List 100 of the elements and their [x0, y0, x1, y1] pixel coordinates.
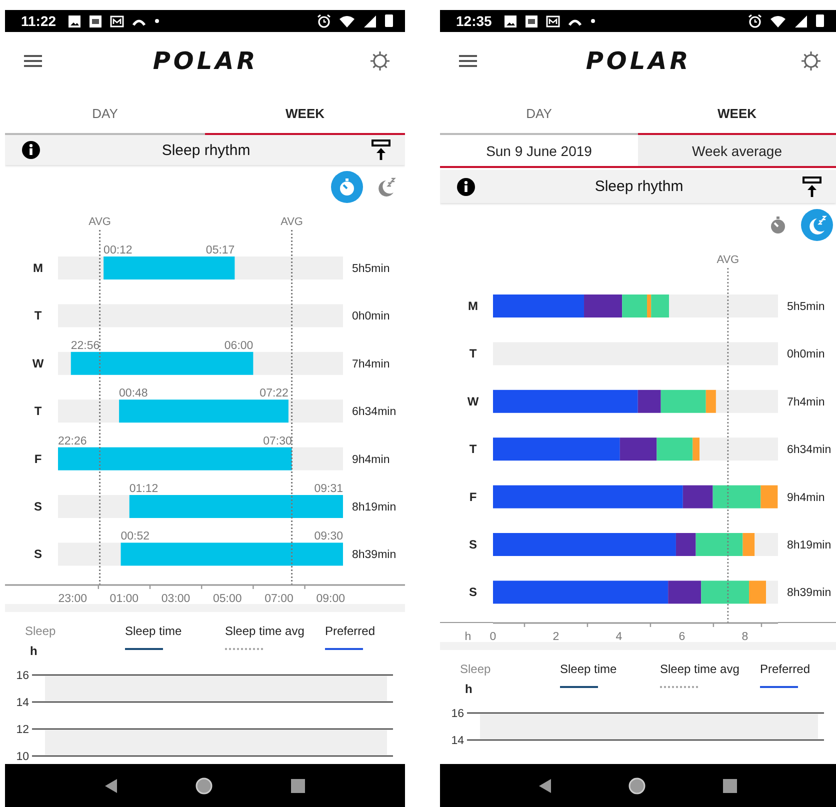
logo: POLAR [586, 47, 692, 75]
time-label: 22:26 [58, 435, 87, 448]
time-label: 00:48 [119, 388, 148, 400]
axis-tick-label: 8 [742, 631, 748, 642]
legend-label: Sleep time [560, 662, 617, 676]
axis-tick-label: 09:00 [316, 593, 345, 604]
recents-icon[interactable] [722, 778, 738, 794]
day-label: T [34, 404, 42, 418]
wifi-icon [339, 14, 355, 28]
dot-icon [590, 18, 596, 24]
day-label: T [469, 442, 477, 456]
day-label: M [33, 261, 43, 275]
moon-icon [376, 176, 396, 196]
info-icon[interactable] [456, 176, 476, 196]
time-label: 07:22 [260, 388, 288, 400]
duration-label: 7h4min [787, 396, 825, 408]
stopwatch-icon [768, 214, 788, 234]
tab[interactable]: Week average [638, 135, 836, 166]
day-label: F [469, 490, 477, 504]
duration-label: 0h0min [787, 348, 825, 361]
image-icon [68, 14, 82, 28]
bar-track [58, 352, 71, 375]
time-label: 00:52 [120, 530, 150, 543]
export-icon[interactable] [371, 139, 391, 161]
unit-label: h [465, 682, 472, 696]
axis-tick-label: 03:00 [161, 593, 190, 604]
info-icon[interactable] [21, 140, 41, 160]
axis-tick-label: 4 [616, 631, 622, 642]
day-label: S [469, 585, 477, 600]
logo: POLAR [152, 47, 258, 75]
duration-label: 9h4min [352, 454, 390, 466]
menu-icon[interactable] [459, 54, 477, 68]
day-label: W [32, 356, 44, 370]
export-icon[interactable] [802, 176, 822, 198]
mail-icon [110, 14, 124, 28]
alarm-icon [748, 14, 762, 28]
moon-icon [807, 214, 827, 234]
duration-label: 0h0min [352, 310, 390, 323]
back-icon[interactable] [538, 778, 552, 794]
axis-tick-label: 01:00 [110, 593, 139, 604]
avg-label: AVG [716, 254, 740, 266]
back-icon[interactable] [104, 778, 118, 794]
recents-icon[interactable] [290, 778, 306, 794]
axis-tick-label: 23:00 [58, 593, 87, 604]
time-label: 07:30 [263, 435, 292, 448]
legend-label: Sleep time avg [660, 662, 740, 676]
axis-tick-label: 16 [16, 670, 29, 682]
duration-label: 6h34min [352, 406, 396, 418]
duration-label: 5h5min [787, 301, 825, 313]
dot-icon [154, 18, 160, 24]
day-label: T [469, 346, 477, 361]
time-label: 09:31 [314, 483, 343, 495]
view-toggle-button[interactable] [801, 208, 833, 240]
axis-tick-label: 2 [552, 631, 560, 642]
signal-icon [794, 14, 808, 28]
wifi-icon [770, 14, 786, 28]
duration-label: 5h5min [352, 263, 390, 275]
app-icon [89, 14, 102, 28]
day-label: W [467, 394, 479, 408]
stopwatch-icon [337, 176, 357, 196]
image-icon [504, 14, 517, 28]
duration-label: 7h4min [352, 358, 390, 370]
duration-label: 8h19min [787, 540, 832, 552]
view-toggle-button[interactable] [331, 170, 363, 202]
section-title: Sleep rhythm [594, 178, 684, 195]
duration-label: 9h4min [787, 492, 825, 504]
settings-icon[interactable] [800, 50, 822, 72]
day-label: S [34, 500, 42, 514]
settings-icon[interactable] [369, 50, 391, 72]
axis-title: Sleep [25, 624, 56, 638]
duration-label: 8h39min [352, 549, 396, 562]
section-title: Sleep rhythm [160, 142, 252, 158]
battery-icon [385, 14, 393, 28]
time-label: 00:12 [104, 244, 132, 256]
time-label: 09:30 [314, 530, 343, 543]
axis-title: Sleep [460, 662, 491, 676]
day-label: S [469, 538, 477, 552]
duration-label: 6h34min [787, 444, 832, 456]
status-time: 12:35 [456, 13, 492, 29]
time-label: 01:12 [129, 483, 158, 495]
time-label: 22:56 [70, 340, 100, 352]
axis-tick-label: 6 [678, 631, 686, 642]
axis-tick-label: 12 [16, 724, 29, 736]
day-label: T [34, 308, 42, 323]
alarm-icon [317, 14, 331, 28]
axis-tick-label: 10 [16, 751, 29, 763]
day-label: M [468, 299, 478, 313]
menu-icon[interactable] [24, 54, 42, 68]
axis-tick-label: 05:00 [213, 593, 242, 604]
avg-label: AVG [280, 216, 303, 228]
home-icon[interactable] [628, 776, 646, 794]
mail-icon [546, 14, 560, 28]
signal-icon [363, 14, 377, 28]
axis-title: h [464, 631, 472, 642]
duration-label: 8h19min [352, 502, 396, 514]
battery-icon [816, 14, 824, 28]
home-icon[interactable] [194, 776, 213, 794]
legend-label: Preferred [760, 662, 810, 676]
duration-label: 8h39min [787, 587, 832, 600]
axis-tick-label: 0 [490, 631, 496, 642]
